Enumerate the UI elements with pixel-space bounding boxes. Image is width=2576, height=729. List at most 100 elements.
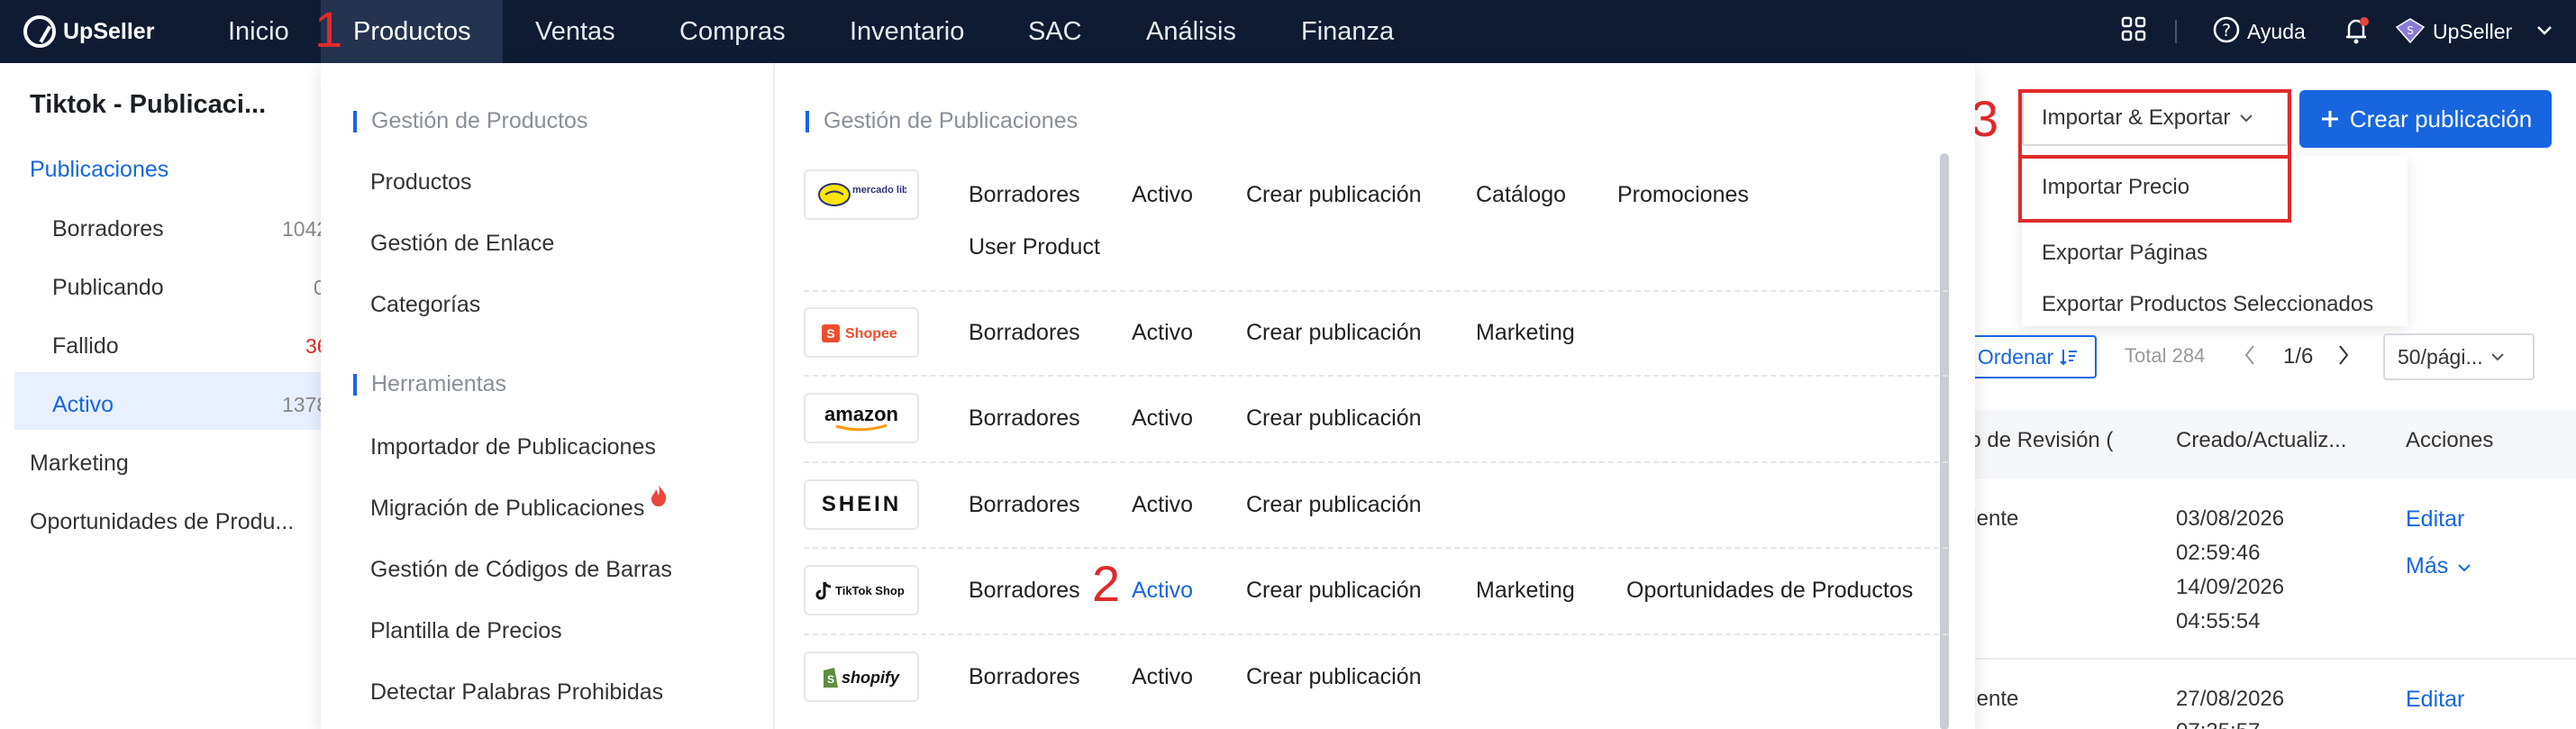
page-size-select[interactable]: 50/pági...: [2383, 333, 2535, 380]
user-avatar-icon[interactable]: S: [2395, 17, 2426, 49]
menu-link-plantilla-precios[interactable]: Plantilla de Precios: [370, 618, 562, 644]
amazon-logo: amazon: [804, 393, 919, 443]
ml-crear-publicacion-link[interactable]: Crear publicación: [1246, 182, 1422, 208]
nav-sac[interactable]: SAC: [1028, 0, 1082, 63]
row1-more-link[interactable]: Más: [2406, 553, 2448, 579]
shein-logo: SHEIN: [804, 479, 919, 530]
nav-analisis[interactable]: Análisis: [1146, 0, 1236, 63]
ml-user-product-link[interactable]: User Product: [969, 234, 1100, 260]
help-link[interactable]: Ayuda: [2247, 20, 2306, 44]
row2-created-time: 07:35:57: [2176, 719, 2260, 729]
sort-icon: [2060, 350, 2078, 366]
menu-item-export-selected[interactable]: Exportar Productos Seleccionados: [2042, 292, 2373, 317]
ml-borradores-link[interactable]: Borradores: [969, 182, 1080, 208]
nav-inicio[interactable]: Inicio: [228, 0, 289, 63]
sort-button[interactable]: Ordenar: [1960, 335, 2097, 378]
menu-link-codigos-barras[interactable]: Gestión de Códigos de Barras: [370, 557, 672, 583]
menu-item-export-pages[interactable]: Exportar Páginas: [2042, 241, 2207, 266]
svg-text:S: S: [2407, 24, 2414, 37]
nav-compras[interactable]: Compras: [679, 0, 786, 63]
nav-finanza[interactable]: Finanza: [1301, 0, 1394, 63]
sidebar-item-borradores[interactable]: Borradores: [52, 216, 164, 242]
row1-created-date: 03/08/2026: [2176, 506, 2285, 531]
user-name[interactable]: UpSeller: [2433, 20, 2512, 44]
shopify-borradores-link[interactable]: Borradores: [969, 664, 1080, 690]
menu-link-productos[interactable]: Productos: [370, 169, 472, 196]
nav-productos[interactable]: Productos: [321, 0, 503, 63]
mercadolibre-logo: mercado libre: [804, 169, 919, 220]
shopee-logo-text: Shopee: [845, 326, 897, 342]
nav-ventas[interactable]: Ventas: [535, 0, 615, 63]
row-divider: [1975, 658, 2576, 660]
chevron-down-icon[interactable]: [2536, 24, 2553, 41]
section-gestion-productos: Gestión de Productos: [353, 108, 587, 134]
menu-link-gestion-enlace[interactable]: Gestión de Enlace: [370, 231, 554, 257]
sidebar-item-oportunidades[interactable]: Oportunidades de Produ...: [30, 509, 294, 535]
shopee-activo-link[interactable]: Activo: [1132, 320, 1193, 346]
brand-logo[interactable]: UpSeller: [23, 15, 154, 48]
help-icon[interactable]: ?: [2212, 15, 2241, 49]
prev-page-icon[interactable]: [2243, 343, 2257, 371]
chevron-down-icon[interactable]: [2457, 560, 2471, 577]
menu-link-migracion[interactable]: Migración de Publicaciones: [370, 496, 644, 522]
chevron-down-icon: [2490, 353, 2504, 361]
amazon-activo-link[interactable]: Activo: [1132, 406, 1193, 432]
platform-row-shein: SHEIN Borradores Activo Crear publicació…: [804, 479, 1948, 530]
row-separator: [804, 290, 1948, 292]
row-separator: [804, 375, 1948, 377]
shein-borradores-link[interactable]: Borradores: [969, 492, 1080, 518]
create-listing-button[interactable]: Crear publicación: [2299, 90, 2552, 148]
tiktok-activo-link[interactable]: Activo: [1132, 578, 1193, 604]
annotation-1: 1: [314, 1, 343, 58]
shein-crear-publicacion-link[interactable]: Crear publicación: [1246, 492, 1422, 518]
sidebar-item-activo[interactable]: Activo: [52, 392, 114, 418]
section-herramientas: Herramientas: [353, 371, 506, 397]
nav-inventario[interactable]: Inventario: [850, 0, 964, 63]
sidebar-item-publicando[interactable]: Publicando: [52, 275, 164, 301]
mercadolibre-logo-text: mercado libre: [852, 185, 906, 196]
row1-updated-date: 14/09/2026: [2176, 575, 2285, 599]
row-separator: [804, 461, 1948, 463]
annotation-highlight-divider: [2018, 155, 2291, 159]
tiktok-crear-publicacion-link[interactable]: Crear publicación: [1246, 578, 1422, 604]
platform-row-shopify: Sshopify Borradores Activo Crear publica…: [804, 652, 1948, 702]
amazon-crear-publicacion-link[interactable]: Crear publicación: [1246, 406, 1422, 432]
page-size-value: 50/pági...: [2398, 344, 2483, 369]
header-created-updated: Creado/Actualiz...: [2176, 428, 2347, 452]
sort-label: Ordenar: [1977, 344, 2054, 369]
tiktok-marketing-link[interactable]: Marketing: [1476, 578, 1575, 604]
platform-row-amazon: amazon Borradores Activo Crear publicaci…: [804, 393, 1948, 443]
shopee-crear-publicacion-link[interactable]: Crear publicación: [1246, 320, 1422, 346]
row2-edit-link[interactable]: Editar: [2406, 687, 2464, 713]
header-actions: Acciones: [2406, 428, 2494, 452]
sidebar-item-marketing[interactable]: Marketing: [30, 451, 129, 477]
ml-activo-link[interactable]: Activo: [1132, 182, 1193, 208]
amazon-borradores-link[interactable]: Borradores: [969, 406, 1080, 432]
ml-promociones-link[interactable]: Promociones: [1617, 182, 1749, 208]
tiktok-borradores-link[interactable]: Borradores: [969, 578, 1080, 604]
ml-catalogo-link[interactable]: Catálogo: [1476, 182, 1566, 208]
row-separator: [804, 633, 1948, 635]
shopee-marketing-link[interactable]: Marketing: [1476, 320, 1575, 346]
shein-activo-link[interactable]: Activo: [1132, 492, 1193, 518]
shopify-crear-publicacion-link[interactable]: Crear publicación: [1246, 664, 1422, 690]
shopify-activo-link[interactable]: Activo: [1132, 664, 1193, 690]
notification-bell-icon[interactable]: [2342, 15, 2371, 50]
sidebar-item-fallido[interactable]: Fallido: [52, 333, 119, 360]
left-sidebar: Tiktok - Publicaci... Publicaciones Borr…: [0, 63, 329, 729]
annotation-2: 2: [1092, 555, 1121, 612]
svg-text:S: S: [827, 673, 834, 686]
shopee-borradores-link[interactable]: Borradores: [969, 320, 1080, 346]
apps-grid-icon[interactable]: [2120, 15, 2147, 49]
row-separator: [804, 547, 1948, 549]
row2-created-date: 27/08/2026: [2176, 687, 2285, 711]
sidebar-item-publicaciones[interactable]: Publicaciones: [30, 157, 168, 183]
menu-link-importador[interactable]: Importador de Publicaciones: [370, 434, 656, 460]
menu-link-palabras-prohibidas[interactable]: Detectar Palabras Prohibidas: [370, 679, 663, 706]
menu-link-categorias[interactable]: Categorías: [370, 292, 480, 318]
tiktok-oportunidades-link[interactable]: Oportunidades de Productos: [1626, 578, 1913, 604]
row1-edit-link[interactable]: Editar: [2406, 506, 2464, 533]
next-page-icon[interactable]: [2336, 343, 2351, 371]
tiktok-shop-logo-text: TikTok Shop: [835, 584, 905, 597]
shopee-logo: S Shopee: [804, 307, 919, 358]
